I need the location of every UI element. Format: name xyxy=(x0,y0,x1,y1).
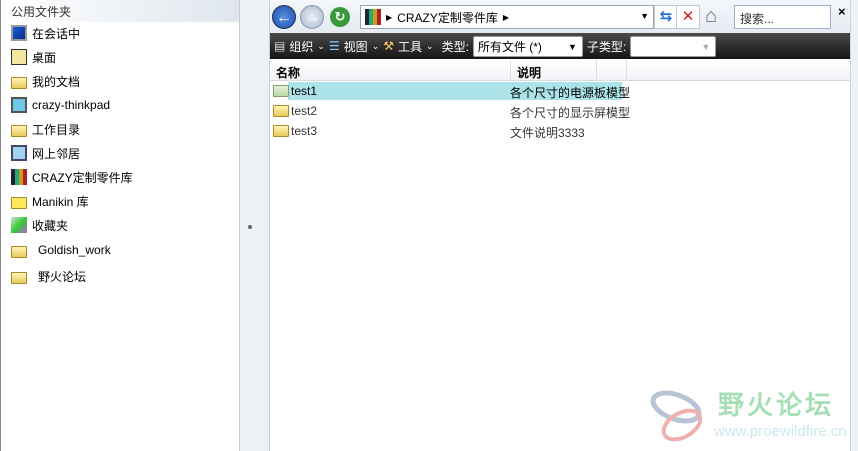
sidebar-item-label: crazy-thinkpad xyxy=(32,98,111,112)
file-row-test1[interactable]: test1 各个尺寸的电源板模型 xyxy=(270,82,630,102)
sidebar-item-manikin-library[interactable]: Manikin 库 xyxy=(11,191,89,211)
chevron-right-icon: ▶ xyxy=(386,12,393,22)
chevron-down-icon: ⌄ xyxy=(426,40,434,51)
command-toolbar: ▤ 组织 ⌄ ☰ 视图 ⌄ ⚒ 工具 ⌄ 类型: 所有文件 (*) ▼ 子类型: ▼ xyxy=(270,33,858,59)
sidebar-item-label: Manikin 库 xyxy=(32,194,89,209)
monitor-icon xyxy=(11,25,27,41)
back-button[interactable]: ← xyxy=(272,5,296,29)
folder-icon xyxy=(273,105,289,117)
sidebar-item-computer[interactable]: crazy-thinkpad xyxy=(11,95,110,115)
file-description: 各个尺寸的电源板模型 xyxy=(510,86,631,100)
sidebar-item-in-session[interactable]: 在会话中 xyxy=(11,23,80,43)
file-name: test2 xyxy=(291,104,318,118)
sidebar-item-wildfire-forum[interactable]: 野火论坛 xyxy=(11,266,86,286)
type-select-value: 所有文件 (*) xyxy=(477,39,542,54)
column-description[interactable]: 说明 xyxy=(517,64,541,81)
desktop-icon xyxy=(11,49,27,65)
type-label: 类型: xyxy=(441,39,469,54)
sidebar-item-favorites[interactable]: 收藏夹 xyxy=(11,215,68,235)
file-name: test1 xyxy=(291,84,318,98)
stop-button[interactable]: ✕ xyxy=(676,5,700,29)
sidebar-item-label: CRAZY定制零件库 xyxy=(32,170,133,185)
sidebar-item-my-documents[interactable]: 我的文档 xyxy=(11,71,80,91)
home-button[interactable]: ⌂ xyxy=(699,5,723,29)
file-description: 文件说明3333 xyxy=(510,126,585,140)
refresh-history-button[interactable]: ↻ xyxy=(330,7,350,27)
folder-icon xyxy=(11,271,27,284)
organize-menu[interactable]: 组织 xyxy=(289,38,313,55)
sidebar-item-label: 野火论坛 xyxy=(38,269,87,284)
refresh-button[interactable]: ⇆ xyxy=(654,5,678,29)
panel-splitter[interactable] xyxy=(240,0,270,451)
folder-icon xyxy=(273,85,289,97)
sidebar-item-label: 桌面 xyxy=(32,50,57,65)
file-row-test3[interactable]: test3 文件说明3333 xyxy=(270,122,630,142)
folder-icon xyxy=(273,125,289,137)
dropdown-arrow-icon: ▼ xyxy=(701,41,711,52)
tools-menu[interactable]: 工具 xyxy=(398,38,422,55)
address-bar[interactable]: ▶ CRAZY定制零件库 ▶ ▼ xyxy=(360,5,654,29)
subtype-label: 子类型: xyxy=(586,39,627,54)
library-icon xyxy=(11,169,27,185)
sidebar-item-working-dir[interactable]: 工作目录 xyxy=(11,119,80,139)
sidebar-item-label: 网上邻居 xyxy=(32,146,81,161)
column-header: 名称 说明 xyxy=(270,60,850,81)
chevron-right-icon: ▶ xyxy=(502,12,509,22)
sidebar-item-goldish-work[interactable]: Goldish_work xyxy=(11,240,111,260)
sidebar-item-network[interactable]: 网上邻居 xyxy=(11,143,80,163)
sidebar-title: 公用文件夹 xyxy=(1,0,239,22)
navigation-bar: ← → ↻ ▶ CRAZY定制零件库 ▶ ▼ ⇆ ✕ ⌂ 搜索... × xyxy=(270,0,858,33)
favorites-icon xyxy=(11,217,27,233)
sidebar-item-label: Goldish_work xyxy=(38,243,111,257)
sidebar-item-label: 收藏夹 xyxy=(32,218,69,233)
documents-icon xyxy=(11,76,27,89)
view-menu[interactable]: 视图 xyxy=(344,38,368,55)
library-icon xyxy=(365,9,381,25)
organize-icon: ▤ xyxy=(274,39,286,53)
chevron-down-icon: ⌄ xyxy=(371,40,380,51)
file-browser: ← → ↻ ▶ CRAZY定制零件库 ▶ ▼ ⇆ ✕ ⌂ 搜索... × ▤ 组… xyxy=(270,0,858,451)
file-name: test3 xyxy=(291,124,318,138)
forward-button[interactable]: → xyxy=(300,5,324,29)
view-icon: ☰ xyxy=(328,39,340,53)
close-button[interactable]: × xyxy=(838,4,846,19)
vertical-scrollbar[interactable] xyxy=(850,0,858,451)
tools-icon: ⚒ xyxy=(383,39,394,53)
chevron-down-icon: ⌄ xyxy=(317,40,325,51)
dropdown-arrow-icon[interactable]: ▼ xyxy=(640,11,649,21)
sidebar-item-label: 我的文档 xyxy=(32,74,81,89)
type-select[interactable]: 所有文件 (*) ▼ xyxy=(472,35,583,57)
address-path[interactable]: CRAZY定制零件库 xyxy=(397,9,498,26)
subtype-select[interactable]: ▼ xyxy=(630,35,717,57)
sidebar-item-desktop[interactable]: 桌面 xyxy=(11,47,56,67)
sidebar-item-label: 工作目录 xyxy=(32,122,81,137)
splitter-grip[interactable] xyxy=(248,225,252,229)
file-description: 各个尺寸的显示屏模型 xyxy=(510,106,631,120)
folder-icon xyxy=(11,245,27,258)
working-dir-icon xyxy=(11,124,27,137)
computer-icon xyxy=(11,97,27,113)
folder-sidebar: 公用文件夹 在会话中 桌面 我的文档 crazy-thinkpad 工作目录 网… xyxy=(0,0,240,451)
manikin-library-icon xyxy=(11,196,27,209)
file-row-test2[interactable]: test2 各个尺寸的显示屏模型 xyxy=(270,102,630,122)
dropdown-arrow-icon: ▼ xyxy=(567,41,577,52)
network-icon xyxy=(11,145,27,161)
sidebar-item-crazy-library[interactable]: CRAZY定制零件库 xyxy=(11,167,133,187)
sidebar-item-label: 在会话中 xyxy=(32,26,81,41)
search-input[interactable]: 搜索... xyxy=(734,5,831,29)
column-name[interactable]: 名称 xyxy=(276,64,300,81)
